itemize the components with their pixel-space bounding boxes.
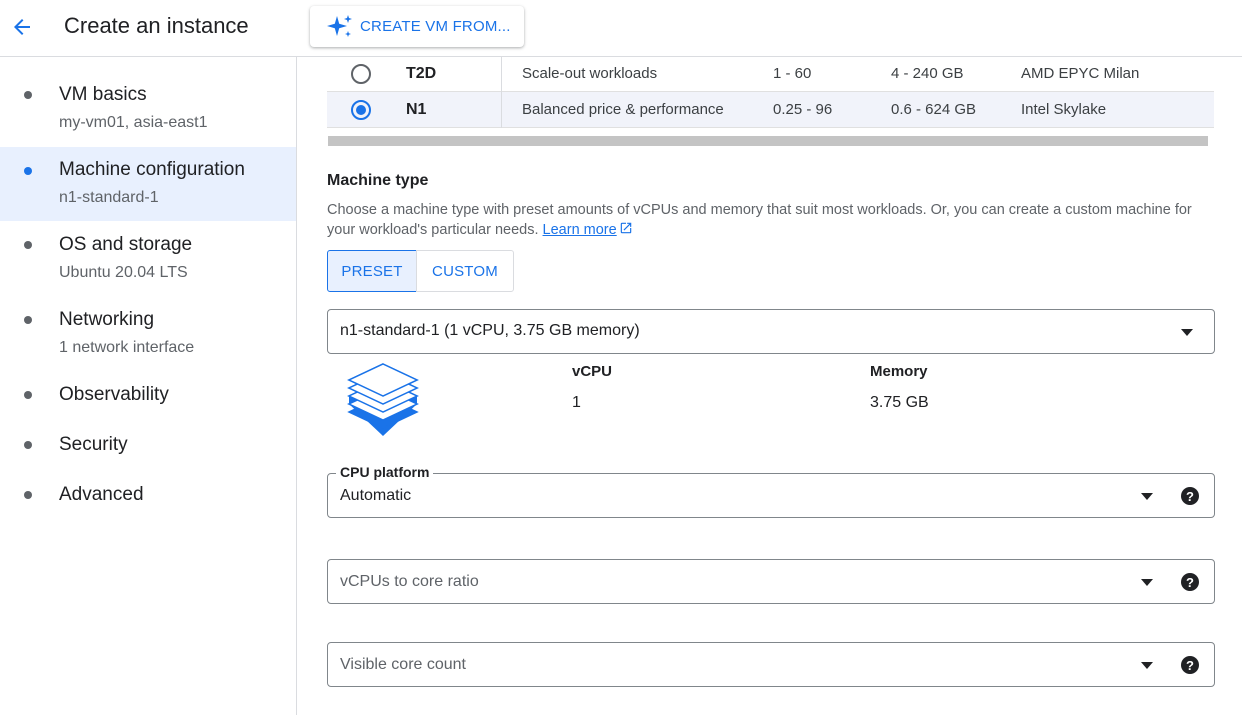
- preset-tab[interactable]: PRESET: [327, 250, 417, 292]
- vcpu-value: 1: [572, 394, 581, 411]
- series-platform: Intel Skylake: [1021, 101, 1107, 118]
- nav-item-title: Networking: [59, 309, 155, 330]
- back-button[interactable]: [6, 12, 38, 42]
- open-in-new-icon[interactable]: [619, 221, 633, 235]
- vcpu-label: vCPU: [572, 363, 613, 380]
- series-name: T2D: [406, 65, 437, 82]
- nav-item-networking[interactable]: Networking 1 network interface: [0, 300, 296, 370]
- machine-stack-icon: [347, 363, 419, 436]
- step-bullet: [24, 491, 32, 499]
- create-vm-from-label: CREATE VM FROM...: [360, 18, 511, 35]
- nav-item-machine-configuration[interactable]: Machine configuration n1-standard-1: [0, 147, 296, 221]
- series-vcpus: 0.25 - 96: [773, 101, 833, 118]
- cpu-platform-value: Automatic: [340, 487, 412, 504]
- nav-item-security[interactable]: Security: [0, 425, 296, 465]
- series-name: N1: [406, 101, 427, 118]
- series-memory: 0.6 - 624 GB: [891, 101, 977, 118]
- caret-down-icon: [1141, 662, 1153, 669]
- horizontal-scrollbar[interactable]: [328, 136, 1208, 146]
- step-bullet: [24, 91, 32, 99]
- machine-type-value: n1-standard-1 (1 vCPU, 3.75 GB memory): [340, 322, 640, 339]
- vcpu-core-ratio-placeholder: vCPUs to core ratio: [340, 573, 479, 590]
- nav-item-vm-basics[interactable]: VM basics my-vm01, asia-east1: [0, 75, 296, 145]
- table-row[interactable]: N1 Balanced price & performance 0.25 - 9…: [327, 92, 1214, 128]
- nav-item-subtitle: n1-standard-1: [59, 189, 159, 206]
- machine-type-select[interactable]: n1-standard-1 (1 vCPU, 3.75 GB memory): [327, 309, 1215, 354]
- caret-down-icon: [1141, 493, 1153, 500]
- nav-item-subtitle: 1 network interface: [59, 339, 195, 356]
- step-navigation: VM basics my-vm01, asia-east1 Machine co…: [0, 57, 297, 715]
- table-row[interactable]: T2D Scale-out workloads 1 - 60 4 - 240 G…: [327, 57, 1214, 92]
- nav-item-title: Security: [59, 434, 128, 455]
- machine-type-description: Choose a machine type with preset amount…: [327, 200, 1207, 240]
- column-divider: [501, 57, 502, 92]
- caret-down-icon: [1141, 579, 1153, 586]
- machine-type-heading: Machine type: [327, 172, 429, 189]
- step-bullet: [24, 241, 32, 249]
- series-description: Scale-out workloads: [522, 65, 658, 82]
- main-content: T2D Scale-out workloads 1 - 60 4 - 240 G…: [297, 57, 1242, 715]
- nav-item-advanced[interactable]: Advanced: [0, 475, 296, 515]
- nav-item-observability[interactable]: Observability: [0, 375, 296, 415]
- cpu-platform-select[interactable]: CPU platform Automatic ?: [327, 464, 1215, 518]
- help-icon[interactable]: ?: [1181, 573, 1199, 591]
- step-bullet: [24, 391, 32, 399]
- page-title: Create an instance: [64, 13, 249, 38]
- vcpu-core-ratio-select[interactable]: vCPUs to core ratio ?: [327, 559, 1215, 604]
- custom-tab[interactable]: CUSTOM: [416, 250, 514, 292]
- nav-item-title: OS and storage: [59, 234, 193, 255]
- memory-value: 3.75 GB: [870, 394, 929, 411]
- description-text: Choose a machine type with preset amount…: [327, 202, 1192, 238]
- caret-down-icon: [1181, 329, 1193, 336]
- create-vm-from-button[interactable]: CREATE VM FROM...: [310, 6, 524, 47]
- page-header: Create an instance CREATE VM FROM...: [0, 0, 1242, 57]
- step-bullet: [24, 441, 32, 449]
- series-vcpus: 1 - 60: [773, 65, 812, 82]
- visible-core-count-placeholder: Visible core count: [340, 656, 466, 673]
- nav-item-subtitle: my-vm01, asia-east1: [59, 114, 208, 131]
- nav-item-title: Machine configuration: [59, 159, 245, 180]
- help-icon[interactable]: ?: [1181, 656, 1199, 674]
- series-platform: AMD EPYC Milan: [1021, 65, 1140, 82]
- visible-core-count-select[interactable]: Visible core count ?: [327, 642, 1215, 687]
- step-bullet: [24, 167, 32, 175]
- step-bullet: [24, 316, 32, 324]
- arrow-left-icon: [14, 19, 30, 35]
- column-divider: [501, 92, 502, 128]
- memory-label: Memory: [870, 363, 928, 380]
- nav-item-title: VM basics: [59, 84, 147, 105]
- nav-item-os-and-storage[interactable]: OS and storage Ubuntu 20.04 LTS: [0, 225, 296, 295]
- nav-item-title: Observability: [59, 384, 169, 405]
- learn-more-link[interactable]: Learn more: [543, 222, 617, 238]
- nav-item-title: Advanced: [59, 484, 144, 505]
- series-radio[interactable]: [351, 64, 371, 84]
- cpu-platform-label: CPU platform: [336, 464, 434, 480]
- series-radio[interactable]: [351, 100, 371, 120]
- help-icon[interactable]: ?: [1181, 487, 1199, 505]
- nav-item-subtitle: Ubuntu 20.04 LTS: [59, 264, 188, 281]
- series-memory: 4 - 240 GB: [891, 65, 964, 82]
- series-description: Balanced price & performance: [522, 101, 724, 118]
- sparkle-icon: [327, 15, 352, 37]
